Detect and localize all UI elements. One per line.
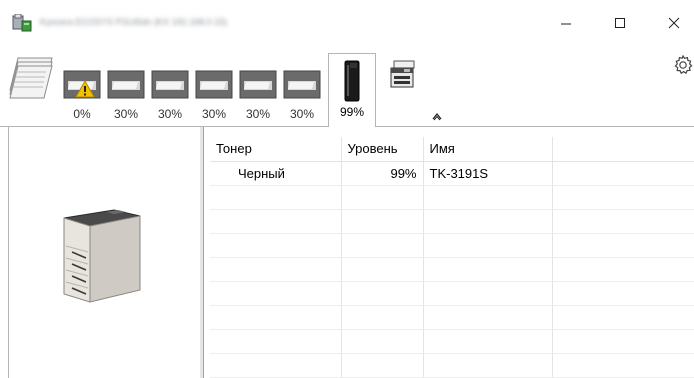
toner-table: Тонер Уровень Имя Черный 99% TK-3191S xyxy=(210,137,694,378)
tray-level: 30% xyxy=(157,107,183,121)
minimize-button[interactable] xyxy=(546,10,586,36)
table-row-empty xyxy=(210,257,694,282)
printer-icon xyxy=(58,208,146,304)
paper-stack-icon[interactable] xyxy=(8,56,54,102)
column-header-level[interactable]: Уровень xyxy=(341,137,424,162)
title-bar[interactable]: Kyocera ECOSYS P3145dn (KX 192.168.0.15) xyxy=(0,0,694,46)
table-row[interactable]: Черный 99% TK-3191S xyxy=(210,161,694,186)
cell-toner: Черный xyxy=(210,161,342,186)
table-row-empty xyxy=(210,209,694,234)
warning-icon xyxy=(75,80,95,98)
left-pane-border xyxy=(8,127,9,378)
column-header-name[interactable]: Имя xyxy=(423,137,553,162)
chevron-up-icon[interactable] xyxy=(432,110,442,121)
printer-status-icon xyxy=(12,13,32,32)
tray-level: 30% xyxy=(201,107,227,121)
cell-blank xyxy=(552,161,694,186)
tray-level: 30% xyxy=(113,107,139,121)
toolbar: 0% 30% 30% 30% 30% 30% 99% xyxy=(0,46,694,127)
tray-level: 30% xyxy=(245,107,271,121)
gear-icon[interactable] xyxy=(672,54,694,76)
paper-tray-3[interactable]: 30% xyxy=(151,70,189,130)
toner-cartridge-icon xyxy=(344,60,360,102)
cell-name: TK-3191S xyxy=(423,161,553,186)
tray-level: 0% xyxy=(73,107,91,121)
table-row-empty xyxy=(210,305,694,330)
cell-level: 99% xyxy=(341,161,424,186)
paper-tray-1[interactable]: 0% xyxy=(63,70,101,130)
paper-tray-2[interactable]: 30% xyxy=(107,70,145,130)
paper-tray-6[interactable]: 30% xyxy=(283,70,321,130)
table-header-row: Тонер Уровень Имя xyxy=(210,137,694,162)
tab-gap xyxy=(329,126,375,127)
column-header-toner[interactable]: Тонер xyxy=(210,137,342,162)
maximize-button[interactable] xyxy=(600,10,640,36)
column-header-blank[interactable] xyxy=(552,137,694,162)
paper-tray-4[interactable]: 30% xyxy=(195,70,233,130)
multifunction-printer-icon[interactable] xyxy=(388,59,416,93)
status-monitor-window: Kyocera ECOSYS P3145dn (KX 192.168.0.15) xyxy=(0,0,694,378)
pane-splitter-line xyxy=(203,127,204,378)
table-row-empty xyxy=(210,353,694,378)
tray-level: 30% xyxy=(289,107,315,121)
table-row-empty xyxy=(210,185,694,210)
close-button[interactable] xyxy=(654,10,694,36)
paper-tray-5[interactable]: 30% xyxy=(239,70,277,130)
table-row-empty xyxy=(210,281,694,306)
table-row-empty xyxy=(210,329,694,354)
window-title: Kyocera ECOSYS P3145dn (KX 192.168.0.15) xyxy=(40,17,228,27)
table-row-empty xyxy=(210,233,694,258)
toner-level: 99% xyxy=(339,105,365,119)
toner-tab[interactable]: 99% xyxy=(328,53,376,127)
